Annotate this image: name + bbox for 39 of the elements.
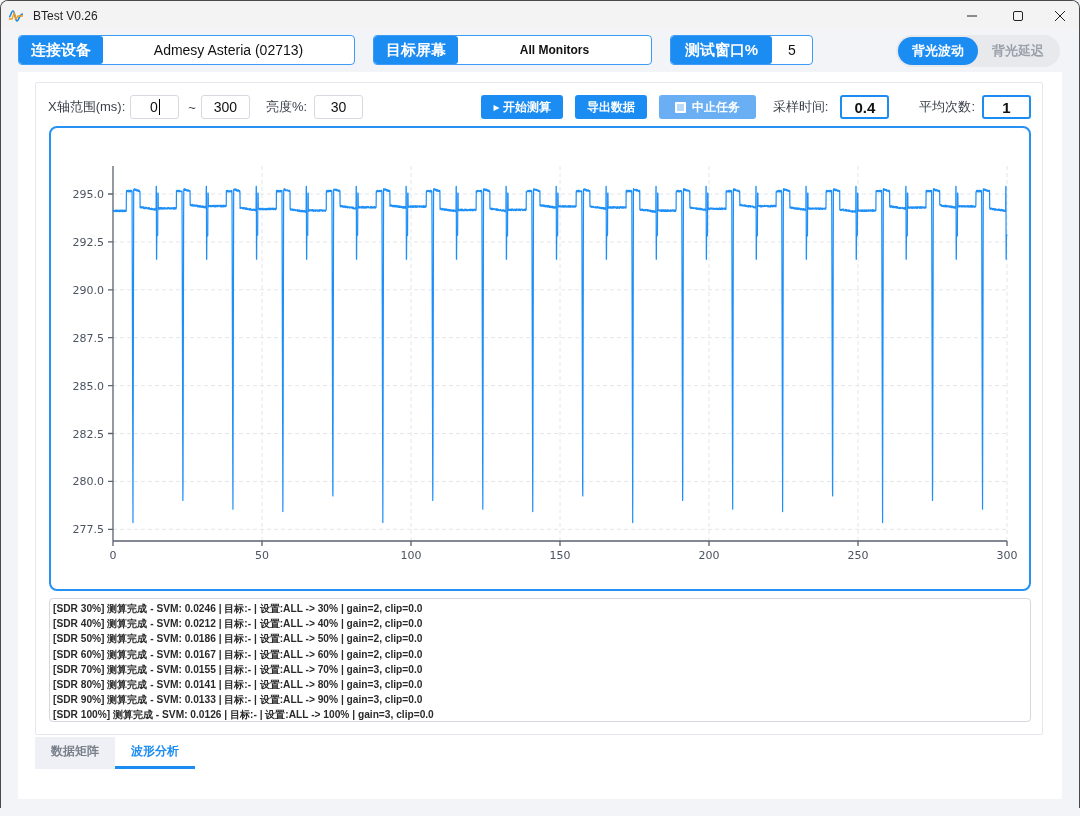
axis-tick-label: 300: [996, 549, 1018, 562]
axis-tick-label: 280.0: [72, 475, 104, 489]
maximize-icon: [1013, 10, 1023, 21]
close-icon: [1055, 10, 1065, 21]
brightness-field[interactable]: 30: [314, 95, 364, 119]
window-title: BTest V0.26: [33, 8, 98, 23]
axis-tick-label: 150: [549, 549, 571, 562]
axis-tick-label: 285.0: [72, 379, 104, 393]
log-line: [SDR 80%] 测算完成 - SVM: 0.0141 | 目标:- | 设置:ALL -> 80% | gain=3, clip=0.0: [53, 678, 424, 692]
brightness-label: 亮度%:: [265, 98, 308, 116]
axis-tick-label: 100: [400, 549, 422, 562]
sample-time-field[interactable]: 0.4: [840, 95, 890, 119]
x-range-label: X轴范围(ms):: [48, 98, 126, 116]
x-min-field[interactable]: 0: [130, 95, 180, 119]
axis-tick-label: 282.5: [72, 427, 104, 441]
log-line: [SDR 100%] 测算完成 - SVM: 0.0126 | 目标:- | 设置:ALL -> 100% | gain=3, clip=0.0: [53, 708, 435, 721]
view-tab[interactable]: 数据矩阵: [35, 737, 115, 769]
axis-tick-label: 292.5: [72, 235, 104, 249]
axis-tick-label: 250: [847, 549, 869, 562]
axis-tick-label: 0: [109, 549, 117, 562]
range-separator: ~: [188, 99, 196, 115]
x-max-field[interactable]: 300: [200, 95, 250, 119]
axis-tick-label: 50: [255, 549, 269, 562]
average-count-label: 平均次数:: [919, 98, 975, 116]
axis-tick-label: 290.0: [72, 283, 104, 297]
axis-tick-label: 277.5: [72, 523, 104, 537]
axis-tick-label: 295.0: [72, 188, 104, 201]
sample-time-label: 采样时间:: [772, 98, 829, 116]
log-line: [SDR 90%] 测算完成 - SVM: 0.0133 | 目标:- | 设置:ALL -> 90% | gain=3, clip=0.0: [53, 693, 424, 708]
axis-tick-label: 287.5: [72, 331, 104, 345]
axis-tick-label: 200: [698, 549, 720, 562]
log-line: [SDR 40%] 测算完成 - SVM: 0.0212 | 目标:- | 设置:ALL -> 40% | gain=2, clip=0.0: [53, 617, 424, 632]
average-count-field[interactable]: 1: [982, 95, 1031, 119]
stop-icon: [674, 101, 686, 113]
log-line: [SDR 60%] 测算完成 - SVM: 0.0167 | 目标:- | 设置:ALL -> 60% | gain=2, clip=0.0: [53, 647, 424, 662]
log-line: [SDR 30%] 测算完成 - SVM: 0.0246 | 目标:- | 设置:ALL -> 30% | gain=2, clip=0.0: [53, 602, 424, 616]
wave-logo-icon: [8, 8, 24, 23]
log-line: [SDR 50%] 测算完成 - SVM: 0.0186 | 目标:- | 设置:ALL -> 50% | gain=2, clip=0.0: [53, 632, 424, 647]
log-line: [SDR 70%] 测算完成 - SVM: 0.0155 | 目标:- | 设置:ALL -> 70% | gain=3, clip=0.0: [53, 662, 424, 677]
